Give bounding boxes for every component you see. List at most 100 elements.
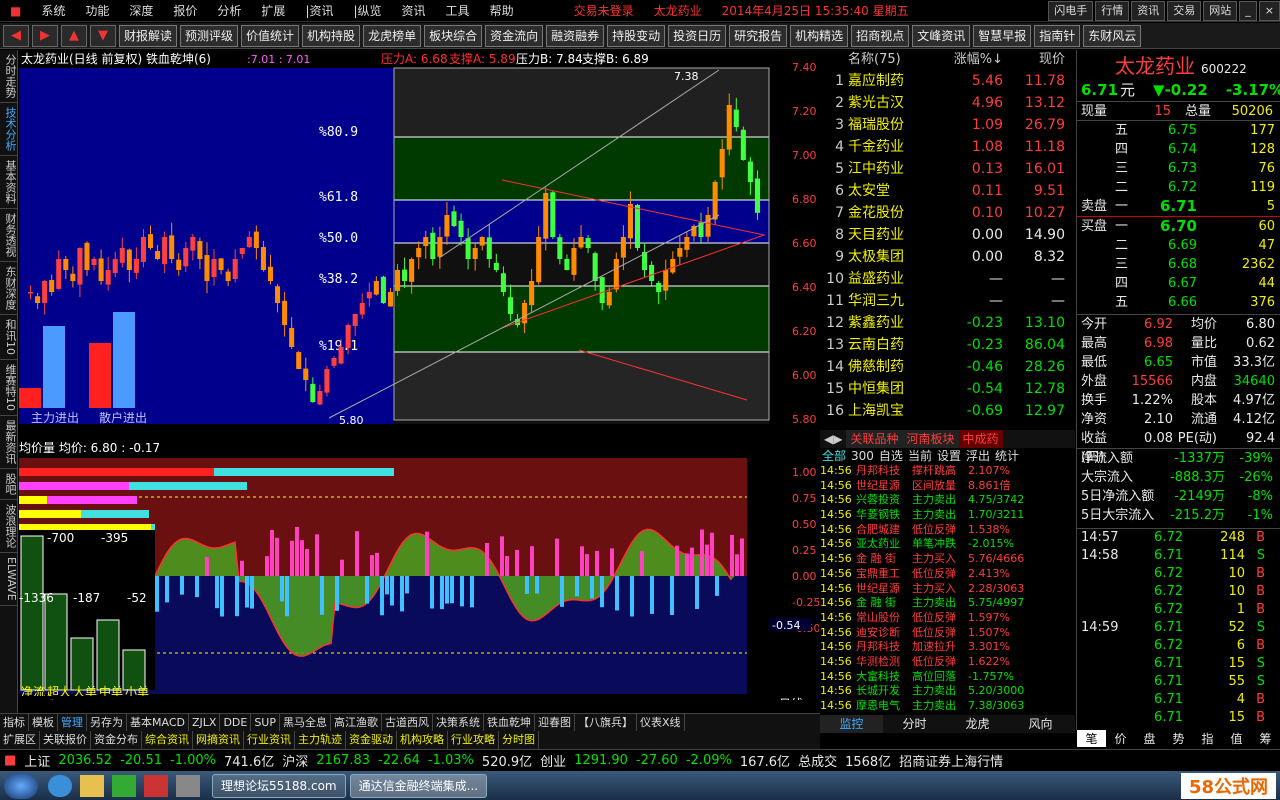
tab-tcm[interactable]: 中成药 [958,430,1003,448]
alarm-icon[interactable]: ■ [4,753,16,768]
menu-overview[interactable]: |纵览 [343,0,391,22]
kline-chart[interactable]: %80.9%61.8%50.0%38.2%19.17.407.207.006.8… [19,50,819,430]
side-tab-1[interactable]: 技术分析 [0,103,18,156]
task-tdx[interactable]: 通达信金融终端集成... [349,773,488,798]
quote-row[interactable]: 16 上海凯宝 -0.69 12.97 [820,400,1075,422]
flash-button[interactable]: 闪电手 [1048,0,1094,21]
minimize-button[interactable]: _ [1239,0,1257,21]
toolbar-button-6[interactable]: 资金流向 [485,24,544,47]
tape-row[interactable]: 14:56 合肥城建 低位反弹 1.538% [820,523,1075,538]
menu-tools[interactable]: 工具 [436,0,480,22]
indicator-tab-10[interactable]: 古道西风 [382,714,433,731]
indicator-tab-12[interactable]: 铁血乾坤 [484,714,535,731]
ext-tab-8[interactable]: 机构攻略 [397,731,448,749]
toolbar-button-4[interactable]: 龙虎榜单 [363,24,422,47]
indicator-tab-14[interactable]: 【八旗兵】 [575,714,637,731]
toolbar-button-12[interactable]: 招商视点 [851,24,910,47]
tape-row[interactable]: 14:56 金 融 街 主力卖出 5.75/4997 [820,596,1075,611]
quote-row[interactable]: 5 江中药业 0.13 16.01 [820,158,1075,180]
news-button[interactable]: 资讯 [1131,0,1166,21]
tape-row[interactable]: 14:56 世纪星源 区间放量 8.861倍 [820,479,1075,494]
quote-row[interactable]: 3 福瑞股份 1.09 26.79 [820,114,1075,136]
tape-row[interactable]: 14:56 大富科技 高位回落 -1.757% [820,670,1075,685]
side-tab-10[interactable]: ELWAVE [0,553,18,606]
app2-icon[interactable] [144,774,168,797]
quotes-header-price[interactable]: 现价 [1003,50,1065,70]
panel-tab-0[interactable]: 笔 [1077,730,1106,747]
task-forum[interactable]: 理想论坛55188.com [212,773,346,798]
app-icon[interactable] [112,774,136,797]
quote-row[interactable]: 1 嘉应制药 5.46 11.78 [820,70,1075,92]
quote-row[interactable]: 10 益盛药业 — — [820,268,1075,290]
tape-row[interactable]: 14:56 华测检测 低位反弹 1.622% [820,655,1075,670]
ext-tab-2[interactable]: 资金分布 [91,731,142,749]
ext-tab-1[interactable]: 关联报价 [40,731,91,749]
ext-tab-4[interactable]: 网摘资讯 [193,731,244,749]
quote-row[interactable]: 14 佛慈制药 -0.46 28.26 [820,356,1075,378]
menu-help[interactable]: 帮助 [480,0,524,22]
tape-tab-1[interactable]: 分时 [883,715,946,733]
quote-row[interactable]: 2 紫光古汉 4.96 13.12 [820,92,1075,114]
indicator-chart[interactable]: 均价量 均价: 6.80 : -0.17 1.00 0.75 0.50 0.25 0.00… [19,438,819,700]
tape-subtab-0[interactable]: 全部 [822,448,846,464]
tape-tab-0[interactable]: 监控 [820,714,883,733]
quote-row[interactable]: 11 华润三九 — — [820,290,1075,312]
toolbar-button-2[interactable]: 价值统计 [241,24,300,47]
indicator-tab-1[interactable]: 模板 [29,714,58,731]
quote-row[interactable]: 12 紫鑫药业 -0.23 13.10 [820,312,1075,334]
quote-row[interactable]: 8 天目药业 0.00 14.90 [820,224,1075,246]
indicator-tab-8[interactable]: 黑马全息 [280,714,331,731]
tape-row[interactable]: 14:56 长城开发 主力卖出 5.20/3000 [820,684,1075,699]
toolbar-button-13[interactable]: 文峰资讯 [912,24,971,47]
side-tab-5[interactable]: 和讯10 [0,315,18,360]
up-arrow-icon[interactable]: ▲ [61,24,87,47]
ext-tab-0[interactable]: 扩展区 [0,731,40,749]
tape-row[interactable]: 14:56 兴蓉投资 主力卖出 4.75/3742 [820,493,1075,508]
website-button[interactable]: 网站 [1203,0,1238,21]
tape-row[interactable]: 14:56 亚太药业 单笔冲跌 -2.015% [820,537,1075,552]
close-button[interactable]: × [1258,0,1280,21]
down-arrow-icon[interactable]: ▼ [90,24,116,47]
toolbar-button-15[interactable]: 指南针 [1034,24,1081,47]
tape-subtab-4[interactable]: 设置 [937,448,961,464]
menu-expand[interactable]: 扩展 [251,0,295,22]
indicator-tab-7[interactable]: SUP [251,714,280,731]
ext-tab-3[interactable]: 综合资讯 [142,731,193,749]
menu-quote[interactable]: 报价 [163,0,207,22]
menu-news1[interactable]: |资讯 [295,0,343,22]
indicator-tab-4[interactable]: 基本MACD [127,714,189,731]
app3-icon[interactable] [176,774,200,797]
panel-tab-6[interactable]: 筹 [1251,730,1280,747]
app-logo-icon[interactable]: ■ [0,0,31,22]
ext-tab-9[interactable]: 行业攻略 [448,731,499,749]
side-tab-8[interactable]: 股吧 [0,469,18,500]
ie-icon[interactable] [48,774,72,797]
toolbar-button-14[interactable]: 智慧早报 [973,24,1032,47]
ext-tab-5[interactable]: 行业资讯 [244,731,295,749]
panel-tab-1[interactable]: 价 [1106,730,1135,747]
panel-tab-3[interactable]: 势 [1164,730,1193,747]
quote-row[interactable]: 7 金花股份 0.10 10.27 [820,202,1075,224]
quote-row[interactable]: 15 中恒集团 -0.54 12.78 [820,378,1075,400]
tab-related[interactable]: 关联品种 [846,430,903,448]
side-tab-2[interactable]: 基本资料 [0,156,18,209]
indicator-tab-0[interactable]: 指标 [0,714,29,731]
toolbar-button-1[interactable]: 预测评级 [180,24,239,47]
menu-news[interactable]: 资讯 [392,0,436,22]
tape-tab-3[interactable]: 风向 [1009,715,1072,733]
side-tab-3[interactable]: 财务透视 [0,209,18,262]
side-tab-7[interactable]: 最新资讯 [0,416,18,469]
tape-subtab-2[interactable]: 自选 [879,448,903,464]
toolbar-button-5[interactable]: 板块综合 [424,24,483,47]
indicator-tab-11[interactable]: 决策系统 [433,714,484,731]
panel-tab-5[interactable]: 值 [1222,730,1251,747]
toolbar-button-0[interactable]: 财报解读 [119,24,178,47]
indicator-tab-5[interactable]: ZJLX [189,714,221,731]
toolbar-button-10[interactable]: 研究报告 [729,24,788,47]
indicator-tab-3[interactable]: 另存为 [87,714,127,731]
quotes-header-pct[interactable]: 涨幅%↓ [943,50,1003,70]
indicator-tab-6[interactable]: DDE [220,714,252,731]
trade-button[interactable]: 交易 [1167,0,1202,21]
start-button-icon[interactable] [4,772,38,799]
menu-system[interactable]: 系统 [31,0,75,22]
